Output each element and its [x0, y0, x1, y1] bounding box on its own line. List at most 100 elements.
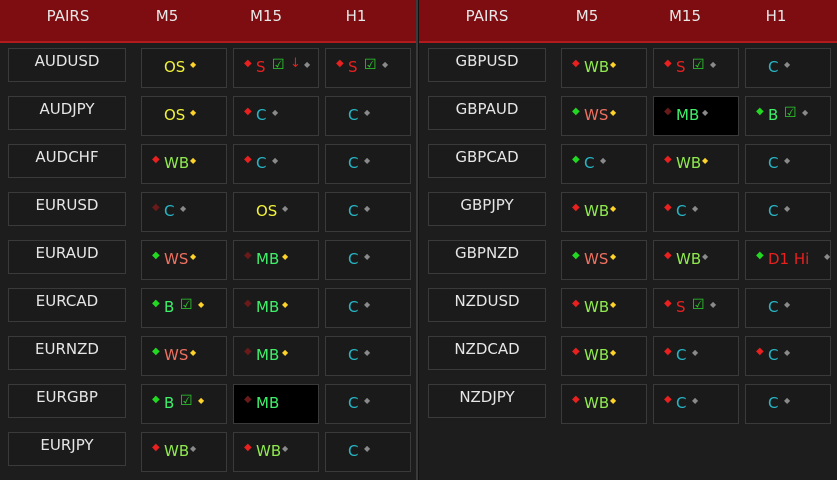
small-diamond-icon: ◆ — [692, 396, 699, 405]
trend-diamond-icon: ◆ — [244, 442, 252, 453]
small-diamond-icon: ◆ — [610, 60, 617, 69]
signal-cell-h1[interactable]: C ◆ — [325, 240, 411, 280]
pair-cell[interactable]: NZDCAD — [428, 336, 546, 370]
header-m15: M15 — [249, 7, 283, 25]
signal-cell-h1[interactable]: ◆ C ◆ — [745, 336, 831, 376]
signal-cell-h1[interactable]: C ◆ — [325, 384, 411, 424]
signal-cell-m5[interactable]: ◆ WB ◆ — [561, 384, 647, 424]
signal-cell-h1[interactable]: C ◆ — [325, 96, 411, 136]
signal-cell-m15[interactable]: ◆ S ☑ ↓ ◆ — [233, 48, 319, 88]
signal-cell-h1[interactable]: C ◆ — [325, 432, 411, 472]
signal-label: C — [768, 154, 779, 172]
signal-cell-m15[interactable]: ◆ MB ◆ — [233, 240, 319, 280]
small-diamond-icon: ◆ — [272, 108, 279, 117]
signal-cell-m15[interactable]: ◆ C ◆ — [653, 384, 739, 424]
signal-cell-h1[interactable]: C ◆ — [745, 384, 831, 424]
signal-cell-h1[interactable]: ◆ D1 Hi ◆ — [745, 240, 831, 280]
signal-label: WB — [584, 394, 610, 412]
pair-cell[interactable]: EURGBP — [8, 384, 126, 418]
signal-cell-m15[interactable]: ◆ C ◆ — [653, 336, 739, 376]
pair-cell[interactable]: NZDUSD — [428, 288, 546, 322]
small-diamond-icon: ◆ — [702, 108, 709, 117]
signal-cell-m5[interactable]: OS ◆ — [141, 48, 227, 88]
signal-cell-m15[interactable]: OS ◆ — [233, 192, 319, 232]
pair-cell[interactable]: EURCAD — [8, 288, 126, 322]
signal-cell-m15[interactable]: ◆ WB ◆ — [653, 240, 739, 280]
signal-cell-m5[interactable]: ◆ WS ◆ — [141, 240, 227, 280]
small-diamond-icon: ◆ — [364, 348, 371, 357]
signal-cell-m15[interactable]: ◆ MB ◆ — [233, 336, 319, 376]
signal-cell-m5[interactable]: ◆ WS ◆ — [141, 336, 227, 376]
signal-label: WB — [676, 154, 702, 172]
signal-cell-m15[interactable]: ◆ MB ◆ — [233, 288, 319, 328]
pair-cell[interactable]: EURNZD — [8, 336, 126, 370]
signal-label: C — [768, 394, 779, 412]
signal-cell-m15[interactable]: ◆ WB ◆ — [653, 144, 739, 184]
signal-cell-m5[interactable]: ◆ WB ◆ — [141, 432, 227, 472]
small-diamond-icon: ◆ — [198, 300, 205, 309]
signal-label: OS — [164, 58, 186, 76]
signal-label: WS — [584, 106, 609, 124]
signal-cell-m15[interactable]: ◆ C ◆ — [233, 96, 319, 136]
small-diamond-icon: ◆ — [364, 252, 371, 261]
signal-cell-m5[interactable]: ◆ WS ◆ — [561, 96, 647, 136]
signal-cell-m5[interactable]: ◆ WB ◆ — [141, 144, 227, 184]
signal-label: WB — [256, 442, 282, 460]
signal-cell-m5[interactable]: ◆ WB ◆ — [561, 288, 647, 328]
pair-cell[interactable]: AUDJPY — [8, 96, 126, 130]
pair-cell[interactable]: GBPJPY — [428, 192, 546, 226]
pair-cell[interactable]: EURJPY — [8, 432, 126, 466]
trend-diamond-icon: ◆ — [664, 346, 672, 357]
signal-label: C — [584, 154, 595, 172]
pair-cell[interactable]: GBPNZD — [428, 240, 546, 274]
signal-label: WS — [164, 346, 189, 364]
signal-cell-h1[interactable]: C ◆ — [745, 288, 831, 328]
signal-cell-h1[interactable]: C ◆ — [745, 192, 831, 232]
trend-diamond-icon: ◆ — [244, 394, 252, 405]
signal-cell-m15[interactable]: ◆ C ◆ — [233, 144, 319, 184]
small-diamond-icon: ◆ — [702, 252, 709, 261]
signal-cell-h1[interactable]: C ◆ — [745, 144, 831, 184]
signal-label: C — [256, 154, 267, 172]
pair-cell[interactable]: AUDUSD — [8, 48, 126, 82]
signal-cell-m5[interactable]: ◆ WB ◆ — [561, 48, 647, 88]
check-icon: ☑ — [180, 393, 193, 409]
trend-diamond-icon: ◆ — [572, 202, 580, 213]
small-diamond-icon: ◆ — [282, 252, 289, 261]
signal-cell-m5[interactable]: ◆ B ☑ ◆ — [141, 384, 227, 424]
small-diamond-icon: ◆ — [190, 348, 197, 357]
signal-cell-m15[interactable]: ◆ MB — [233, 384, 319, 424]
signal-cell-m15[interactable]: ◆ C ◆ — [653, 192, 739, 232]
signal-cell-m5[interactable]: ◆ WS ◆ — [561, 240, 647, 280]
signal-cell-h1[interactable]: ◆ B ☑ ◆ — [745, 96, 831, 136]
signal-cell-h1[interactable]: C ◆ — [325, 192, 411, 232]
signal-cell-m15[interactable]: ◆ WB ◆ — [233, 432, 319, 472]
signal-cell-m5[interactable]: ◆ C ◆ — [141, 192, 227, 232]
signal-cell-m5[interactable]: ◆ WB ◆ — [561, 336, 647, 376]
small-diamond-icon: ◆ — [600, 156, 607, 165]
pair-cell[interactable]: AUDCHF — [8, 144, 126, 178]
pair-cell[interactable]: NZDJPY — [428, 384, 546, 418]
signal-cell-h1[interactable]: C ◆ — [745, 48, 831, 88]
signal-label: S — [256, 58, 266, 76]
pair-cell[interactable]: GBPUSD — [428, 48, 546, 82]
trend-diamond-icon: ◆ — [244, 58, 252, 69]
pair-cell[interactable]: GBPCAD — [428, 144, 546, 178]
signal-cell-m15[interactable]: ◆ MB ◆ — [653, 96, 739, 136]
left-panel: PAIRS M5 M15 H1 AUDUSD OS ◆ ◆ S ☑ ↓ ◆ ◆ S ☑ ◆ AUDJPY… — [0, 0, 418, 480]
signal-cell-m5[interactable]: OS ◆ — [141, 96, 227, 136]
pair-cell[interactable]: EURAUD — [8, 240, 126, 274]
signal-cell-m15[interactable]: ◆ S ☑ ◆ — [653, 48, 739, 88]
signal-cell-h1[interactable]: C ◆ — [325, 144, 411, 184]
signal-cell-m5[interactable]: ◆ WB ◆ — [561, 192, 647, 232]
signal-cell-h1[interactable]: ◆ S ☑ ◆ — [325, 48, 411, 88]
check-icon: ☑ — [272, 57, 285, 73]
signal-cell-m5[interactable]: ◆ B ☑ ◆ — [141, 288, 227, 328]
signal-label: WB — [584, 346, 610, 364]
pair-cell[interactable]: EURUSD — [8, 192, 126, 226]
signal-cell-h1[interactable]: C ◆ — [325, 336, 411, 376]
pair-cell[interactable]: GBPAUD — [428, 96, 546, 130]
signal-cell-h1[interactable]: C ◆ — [325, 288, 411, 328]
signal-cell-m15[interactable]: ◆ S ☑ ◆ — [653, 288, 739, 328]
signal-cell-m5[interactable]: ◆ C ◆ — [561, 144, 647, 184]
